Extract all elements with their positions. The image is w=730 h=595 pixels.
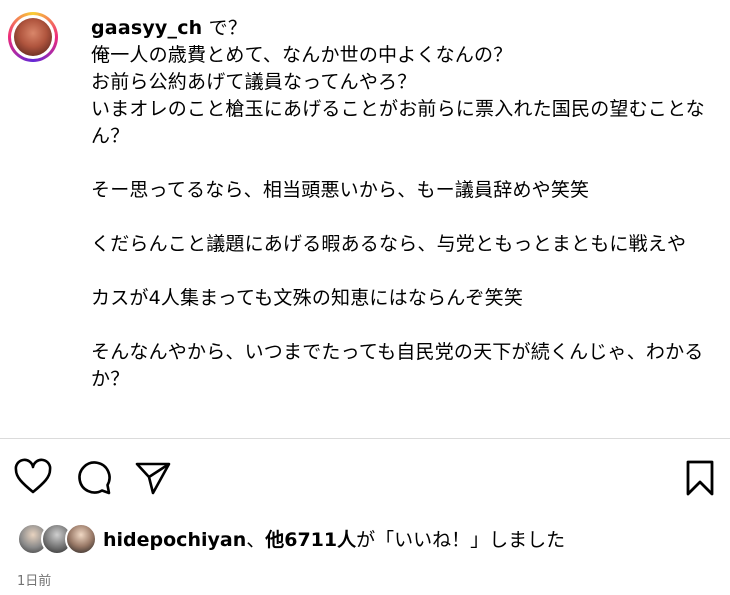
- bookmark-icon[interactable]: [680, 458, 720, 498]
- likes-suffix: が「いいね！」しました: [356, 528, 566, 551]
- instagram-post: gaasyy_ch で？ 俺一人の歳費とめて、なんか世の中よくなんの？ お前ら公…: [0, 0, 730, 595]
- paper-plane-icon[interactable]: [133, 458, 173, 498]
- avatar-ring: [11, 15, 55, 59]
- liker-avatar-stack: [17, 521, 97, 555]
- caption-username[interactable]: gaasyy_ch: [91, 17, 202, 39]
- avatar-photo: [14, 18, 52, 56]
- likes-separator: 、: [246, 528, 266, 551]
- post-caption: gaasyy_ch で？ 俺一人の歳費とめて、なんか世の中よくなんの？ お前ら公…: [91, 15, 711, 393]
- profile-avatar[interactable]: [8, 12, 58, 62]
- action-bar: [0, 458, 730, 502]
- comment-icon[interactable]: [74, 458, 114, 498]
- caption-text: で？ 俺一人の歳費とめて、なんか世の中よくなんの？ お前ら公約あげて議員なってん…: [91, 17, 705, 390]
- likes-text: hidepochiyan、他6711人が「いいね！」しました: [103, 525, 565, 552]
- heart-icon[interactable]: [13, 458, 53, 498]
- section-divider: [0, 438, 730, 439]
- liker-name[interactable]: hidepochiyan: [103, 529, 246, 551]
- likes-summary[interactable]: hidepochiyan、他6711人が「いいね！」しました: [17, 521, 717, 555]
- post-timestamp[interactable]: 1日前: [17, 570, 51, 589]
- liker-avatar: [65, 523, 97, 555]
- likes-count[interactable]: 他6711人: [265, 529, 356, 551]
